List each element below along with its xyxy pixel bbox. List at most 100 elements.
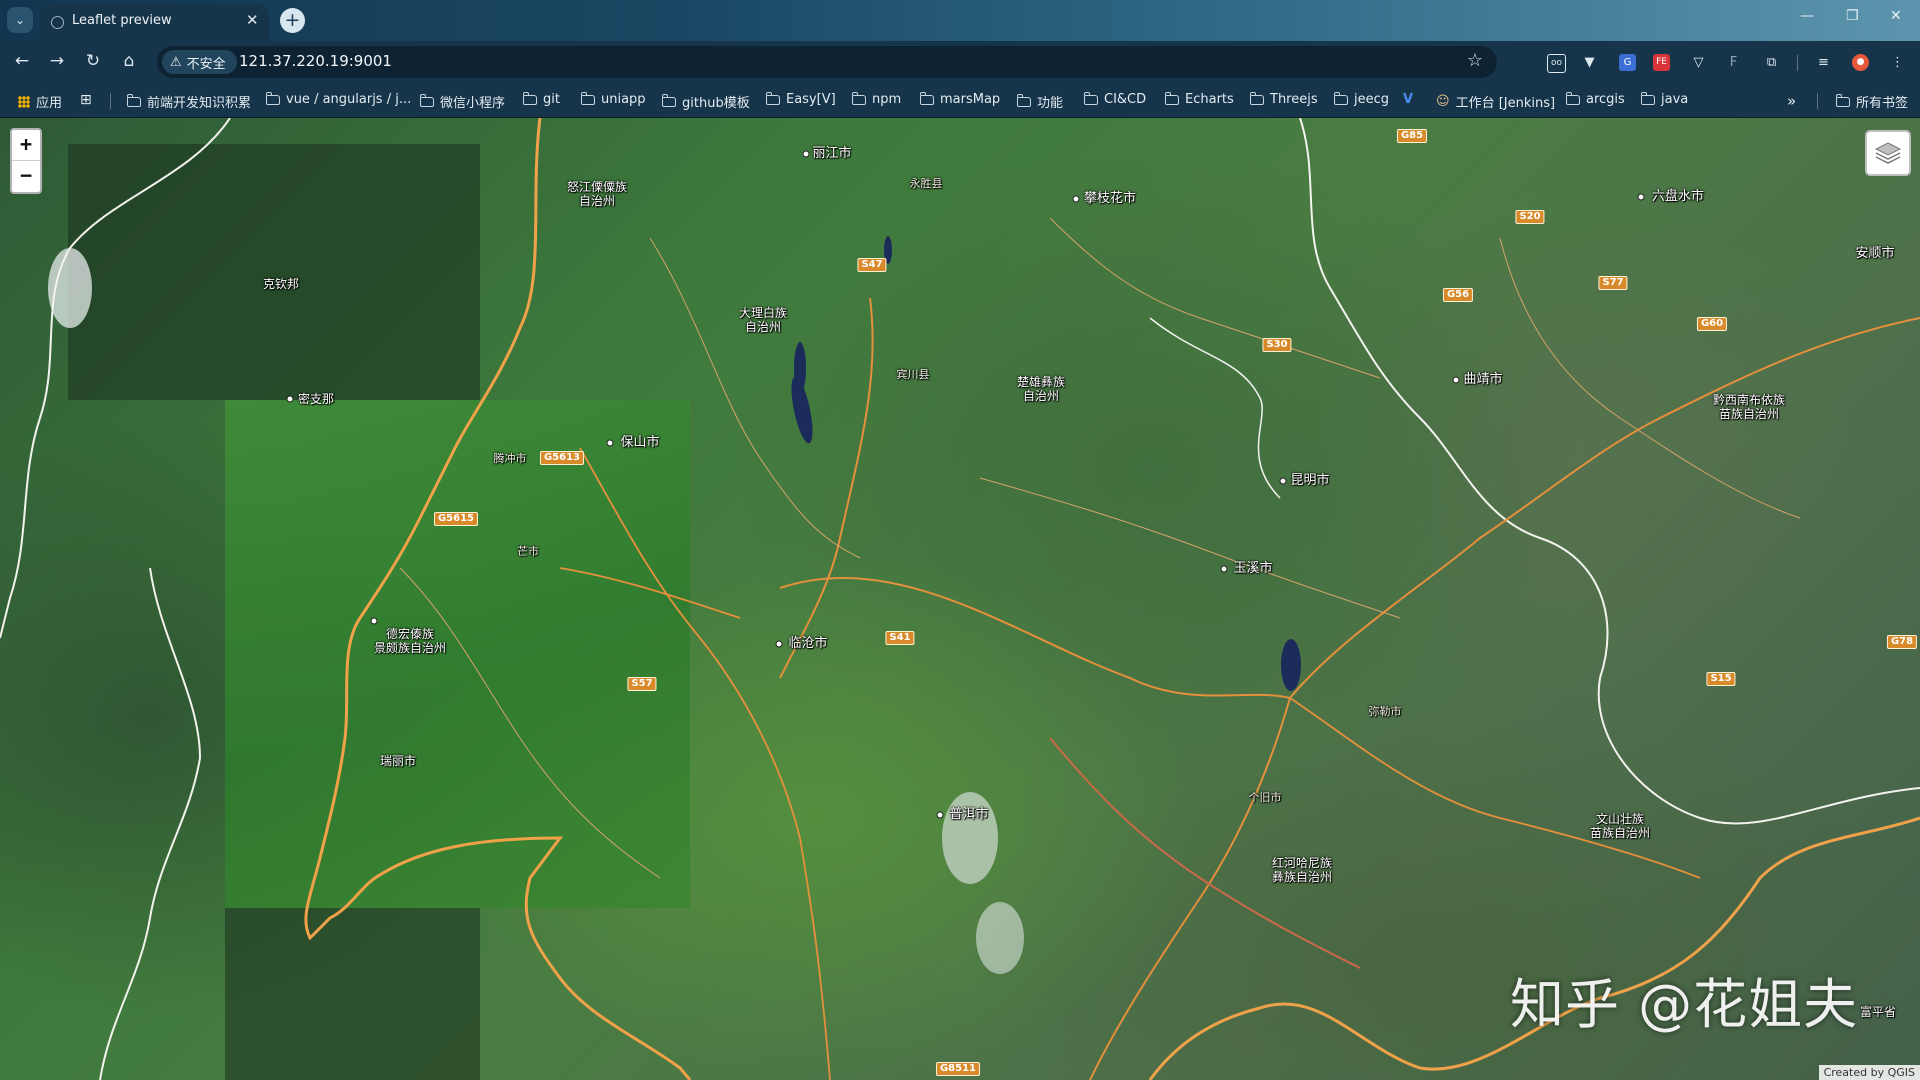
apps-grid-icon	[18, 95, 30, 108]
vuetify-bookmark-icon[interactable]: V	[1403, 92, 1413, 107]
jenkins-icon: ☺	[1436, 94, 1450, 109]
bookmark-folder[interactable]: git	[522, 91, 560, 107]
bookmark-folder[interactable]: 前端开发知识积累	[126, 92, 251, 111]
folder-icon	[765, 91, 780, 105]
zoom-out-button[interactable]: −	[12, 161, 40, 191]
folder-icon	[1164, 91, 1179, 105]
road-shield: G78	[1886, 635, 1918, 649]
bookmark-folder[interactable]: marsMap	[919, 91, 1000, 107]
lake	[791, 376, 813, 444]
map-canvas[interactable]: 丽江市 攀枝花市 六盘水市 安顺市 怒江傈僳族 自治州 克钦邦 大理白族 自治州…	[0, 118, 1920, 1080]
place-label: 六盘水市	[1651, 189, 1705, 204]
reading-list-icon[interactable]: ≡	[1815, 54, 1832, 71]
forward-icon[interactable]: →	[45, 51, 69, 71]
road-shield: G8511	[935, 1062, 981, 1076]
extensions-puzzle-icon[interactable]: ⧉	[1763, 54, 1780, 71]
city-marker	[1220, 565, 1228, 573]
globe-icon	[51, 16, 64, 29]
road-shield: S57	[627, 677, 657, 691]
back-icon[interactable]: ←	[10, 51, 34, 71]
lake	[1281, 639, 1301, 691]
tab-groups-icon[interactable]: ⊞	[80, 92, 92, 108]
road-shield: G60	[1696, 317, 1728, 331]
bookmark-folder[interactable]: uniapp	[580, 91, 646, 107]
address-bar[interactable]: ⚠ 不安全 121.37.220.19:9001 ☆	[157, 46, 1497, 78]
national-border	[1148, 816, 1920, 1080]
road-shield: G5613	[539, 451, 585, 465]
road-shield: S20	[1515, 210, 1545, 224]
highway	[559, 567, 741, 619]
railway	[1049, 737, 1361, 969]
vue-devtools-icon[interactable]: ▼	[1581, 54, 1598, 71]
more-bookmarks-icon[interactable]: »	[1787, 92, 1796, 110]
city-marker	[606, 439, 614, 447]
more-menu-icon[interactable]: ⋮	[1889, 54, 1906, 71]
url-text[interactable]: 121.37.220.19:9001	[239, 52, 392, 70]
bookmark-folder[interactable]: npm	[851, 91, 901, 107]
secondary-road	[649, 237, 861, 559]
bookmark-folder[interactable]: jeecg	[1333, 91, 1389, 107]
minimize-button[interactable]: —	[1800, 8, 1814, 24]
folder-icon	[919, 91, 934, 105]
national-border	[304, 118, 692, 1080]
f-extension-icon[interactable]: F	[1725, 54, 1742, 71]
new-tab-button[interactable]: +	[280, 8, 305, 33]
highway	[779, 577, 1291, 699]
folder-icon	[1565, 91, 1580, 105]
bookmark-all-folder[interactable]: 所有书签	[1835, 92, 1908, 111]
city-marker	[1637, 193, 1645, 201]
folder-icon	[1016, 93, 1031, 107]
tab-title: Leaflet preview	[72, 13, 172, 28]
bookmark-folder[interactable]: Easy[V]	[765, 91, 836, 107]
bookmark-folder[interactable]: vue / angularjs / j...	[265, 91, 411, 107]
folder-icon	[126, 93, 141, 107]
bookmark-jenkins[interactable]: ☺ 工作台 [Jenkins]	[1436, 92, 1555, 111]
place-label: 文山壮族 苗族自治州	[1589, 812, 1651, 840]
road-shield: S77	[1598, 276, 1628, 290]
bookmark-apps[interactable]: 应用	[18, 92, 62, 111]
translate-icon[interactable]: G	[1619, 54, 1636, 71]
restore-button[interactable]: ❐	[1846, 8, 1859, 24]
fe-helper-icon[interactable]: FE	[1653, 54, 1670, 71]
tab-search-icon[interactable]: ⌄	[7, 7, 33, 33]
bookmark-folder[interactable]: arcgis	[1565, 91, 1625, 107]
bookmark-folder[interactable]: github模板	[661, 92, 750, 111]
profile-avatar[interactable]: ●	[1852, 54, 1869, 71]
city-marker	[286, 395, 294, 403]
place-label: 楚雄彝族 自治州	[1016, 375, 1066, 403]
reload-icon[interactable]: ↻	[81, 51, 105, 71]
secondary-road	[979, 477, 1401, 619]
province-border	[1149, 317, 1281, 499]
tab-close-icon[interactable]: ✕	[246, 11, 259, 29]
road-shield: G5615	[433, 512, 479, 526]
city-marker	[1452, 376, 1460, 384]
place-label: 瑞丽市	[379, 754, 417, 768]
map-vector-overlay	[0, 118, 1920, 1080]
bookmark-folder[interactable]: CI&CD	[1083, 91, 1146, 107]
home-icon[interactable]: ⌂	[117, 51, 141, 71]
layers-control-button[interactable]	[1865, 130, 1911, 176]
folder-icon	[580, 91, 595, 105]
warning-icon: ⚠	[170, 54, 182, 70]
place-label: 弥勒市	[1368, 705, 1402, 718]
zoom-in-button[interactable]: +	[12, 130, 40, 161]
bookmark-folder[interactable]: Echarts	[1164, 91, 1234, 107]
folder-icon	[1835, 93, 1850, 107]
site-info-chip[interactable]: ⚠ 不安全	[162, 50, 237, 74]
close-window-button[interactable]: ✕	[1890, 8, 1902, 24]
layers-icon	[1874, 142, 1902, 164]
city-marker	[775, 640, 783, 648]
bookmark-folder[interactable]: Threejs	[1249, 91, 1318, 107]
place-label: 昆明市	[1290, 473, 1330, 488]
city-marker	[936, 811, 944, 819]
place-label: 宾川县	[896, 368, 930, 381]
tab-leaflet-preview[interactable]: Leaflet preview ✕	[41, 4, 269, 41]
bookmark-star-icon[interactable]: ☆	[1467, 50, 1483, 71]
road-shield: G85	[1396, 129, 1428, 143]
extension-icon[interactable]: oo	[1547, 54, 1566, 73]
bookmark-folder[interactable]: 功能	[1016, 92, 1063, 111]
bookmarks-divider	[110, 93, 111, 109]
filter-extension-icon[interactable]: ▽	[1690, 54, 1707, 71]
bookmark-folder[interactable]: 微信小程序	[419, 92, 505, 111]
bookmark-folder[interactable]: java	[1640, 91, 1688, 107]
